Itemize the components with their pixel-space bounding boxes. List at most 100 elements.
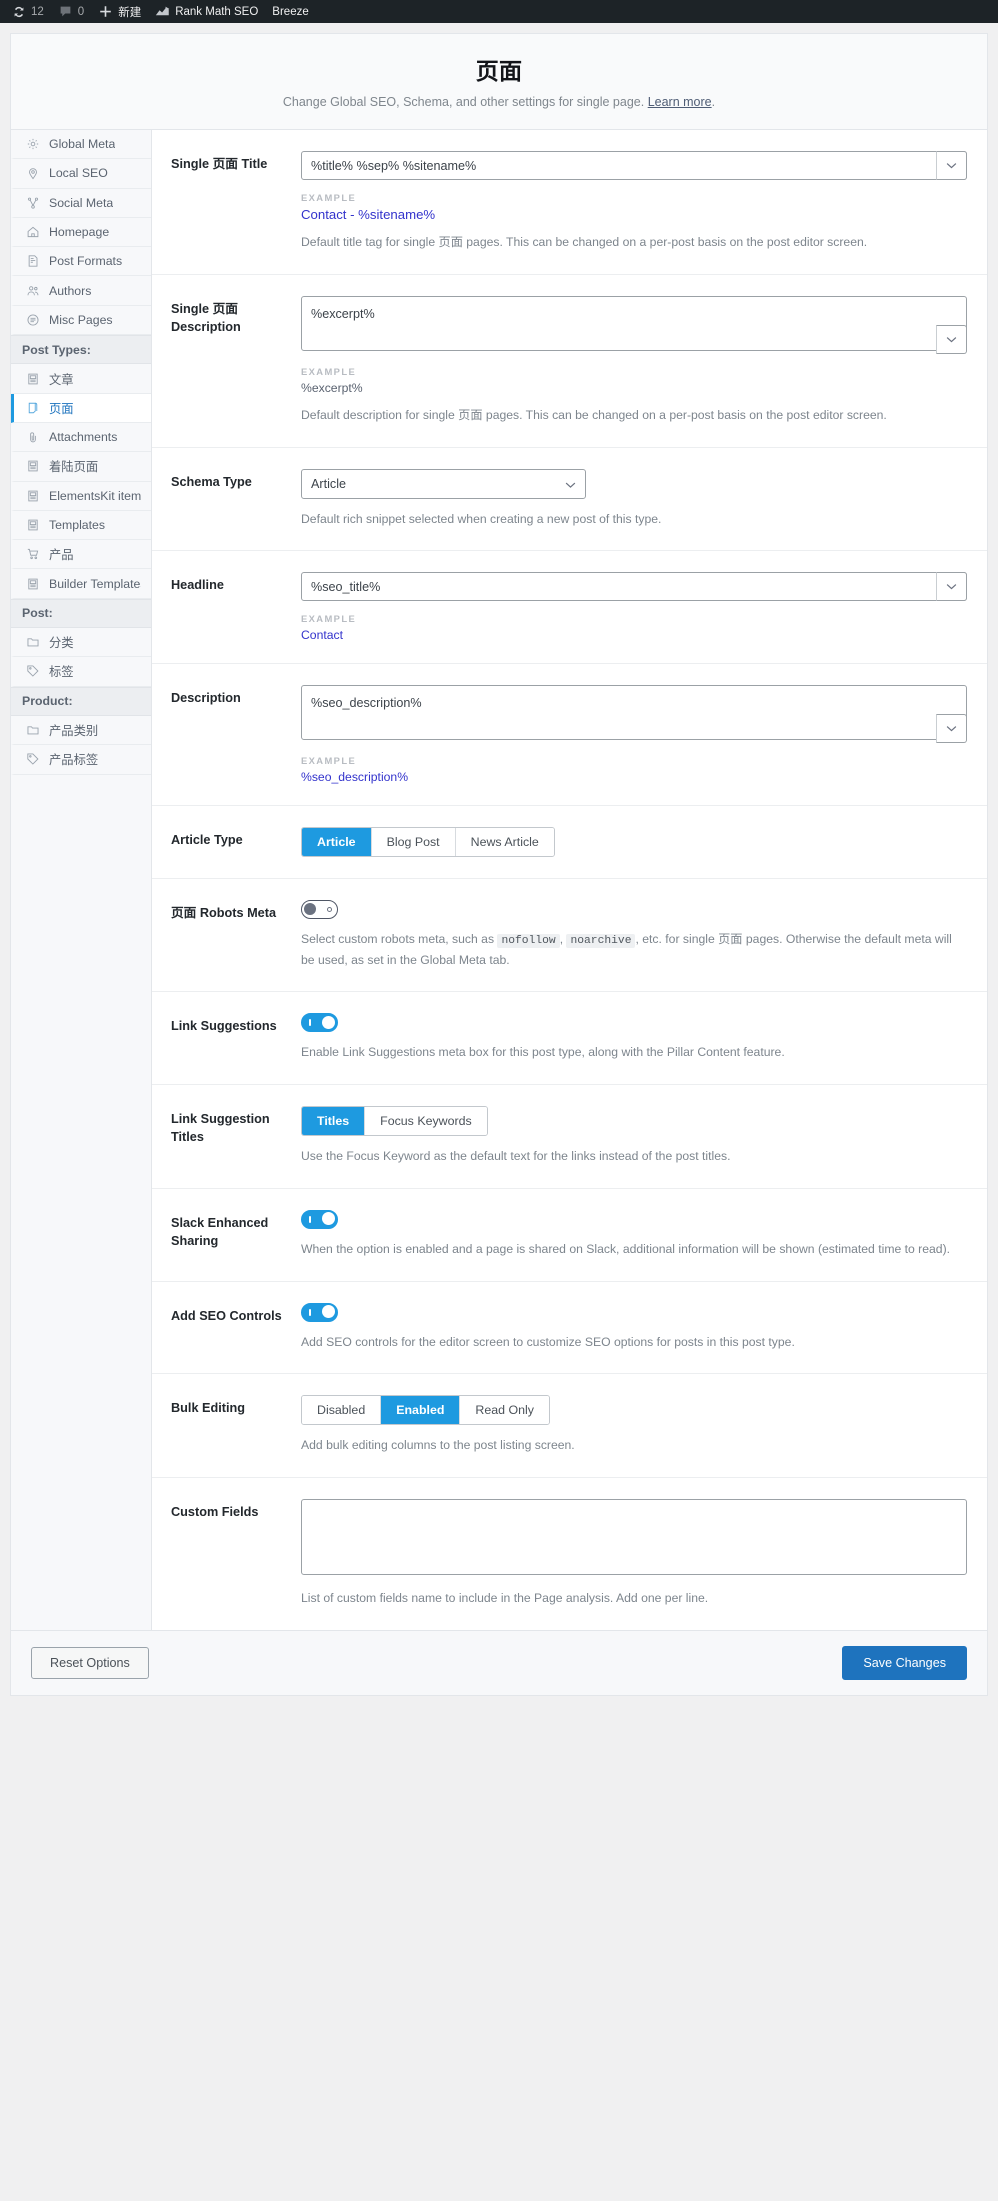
bulk-editing-option-disabled[interactable]: Disabled: [302, 1396, 382, 1425]
article-type-option-blog-post[interactable]: Blog Post: [371, 828, 456, 857]
toggle-knob: [304, 903, 316, 916]
sidebar-item-label: 产品: [49, 548, 74, 563]
sidebar-item-label: Misc Pages: [49, 312, 113, 327]
reset-options-button[interactable]: Reset Options: [31, 1647, 149, 1680]
link-suggestion-titles-help: Use the Focus Keyword as the default tex…: [301, 1149, 731, 1164]
sidebar-item-label: Social Meta: [49, 195, 114, 210]
learn-more-link[interactable]: Learn more: [648, 95, 712, 109]
variables-dropdown-button[interactable]: [936, 572, 967, 602]
comment-bubble-icon: [58, 4, 73, 19]
example-label: EXAMPLE: [301, 613, 357, 625]
plus-icon: [98, 4, 113, 19]
admin-bar-item-rank-math[interactable]: Rank Math SEO: [148, 0, 265, 23]
sidebar-item-global-meta[interactable]: Global Meta: [11, 130, 151, 160]
field-label: Link Suggestions: [171, 1019, 277, 1034]
admin-bar-rankmath-label: Rank Math SEO: [175, 5, 259, 18]
sidebar-item-product-categories[interactable]: 产品类别: [11, 715, 151, 746]
sidebar-item-homepage[interactable]: Homepage: [11, 217, 151, 248]
list-circle-icon: [25, 312, 40, 327]
field-headline: Headline EXAMPLE Contact: [152, 551, 987, 665]
sidebar-item-local-seo[interactable]: Local SEO: [11, 159, 151, 189]
page-subtitle-text: Change Global SEO, Schema, and other set…: [282, 95, 645, 109]
bulk-editing-segmented: Disabled Enabled Read Only: [301, 1395, 550, 1426]
headline-example: Contact: [301, 628, 344, 643]
sidebar-item-templates[interactable]: Templates: [11, 510, 151, 541]
admin-bar-item-new-content[interactable]: 新建: [91, 0, 148, 23]
robots-meta-toggle[interactable]: [301, 900, 338, 920]
settings-footer: Reset Options Save Changes: [11, 1630, 987, 1696]
post-icon: [25, 371, 40, 386]
schema-type-help: Default rich snippet selected when creat…: [301, 511, 662, 526]
tag-icon: [25, 664, 40, 679]
single-description-input[interactable]: %excerpt%: [301, 295, 967, 351]
description-input[interactable]: %seo_description%: [301, 685, 967, 741]
share-nodes-icon: [25, 195, 40, 210]
users-icon: [25, 283, 40, 298]
article-type-option-news-article[interactable]: News Article: [455, 828, 554, 857]
robots-code-noarchive: noarchive: [566, 934, 636, 949]
field-label: Headline: [171, 578, 224, 593]
sidebar-item-product-tags[interactable]: 产品标签: [11, 745, 151, 775]
chevron-down-icon: [946, 725, 957, 732]
field-single-description: Single 页面 Description %excerpt% EXAMPLE …: [152, 275, 987, 448]
save-changes-button[interactable]: Save Changes: [842, 1646, 967, 1681]
custom-fields-input[interactable]: [301, 1499, 967, 1576]
field-label: Slack Enhanced Sharing: [171, 1215, 269, 1248]
link-suggestion-option-focus-keywords[interactable]: Focus Keywords: [365, 1107, 487, 1136]
sidebar-item-label: 产品标签: [49, 753, 99, 768]
sidebar-item-label: 着陆页面: [49, 460, 99, 475]
chevron-down-icon: [946, 583, 957, 590]
field-custom-fields: Custom Fields List of custom fields name…: [152, 1478, 987, 1630]
admin-bar-item-updates-count[interactable]: 12: [4, 0, 51, 23]
seo-controls-toggle[interactable]: [301, 1302, 338, 1322]
variables-dropdown-button[interactable]: [936, 151, 967, 180]
field-label: Link Suggestion Titles: [171, 1112, 270, 1144]
sidebar-item-label: Authors: [49, 283, 92, 298]
admin-bar-item-breeze[interactable]: Breeze: [265, 0, 315, 23]
settings-sidebar: Global Meta Local SEO Social Meta Homepa…: [11, 130, 152, 1631]
link-suggestion-option-titles[interactable]: Titles: [302, 1107, 366, 1136]
chevron-down-icon: [946, 336, 957, 343]
tag-icon: [25, 752, 40, 767]
field-robots-meta: 页面 Robots Meta Select custom robots meta…: [152, 879, 987, 993]
single-title-input[interactable]: [301, 151, 967, 180]
sidebar-item-social-meta[interactable]: Social Meta: [11, 188, 151, 218]
sidebar-item-products[interactable]: 产品: [11, 540, 151, 570]
sidebar-item-elementskit-items[interactable]: ElementsKit items: [11, 481, 151, 511]
field-label: Single 页面 Description: [171, 301, 241, 334]
headline-input[interactable]: [301, 572, 967, 602]
sidebar-item-authors[interactable]: Authors: [11, 276, 151, 306]
bulk-editing-option-enabled[interactable]: Enabled: [381, 1396, 461, 1425]
sidebar-item-pages[interactable]: 页面: [11, 393, 151, 423]
sidebar-group-post: Post:: [11, 598, 151, 629]
sidebar-item-posts[interactable]: 文章: [11, 364, 151, 394]
toggle-indicator: [327, 907, 332, 913]
wordpress-updates-icon: [11, 4, 26, 19]
example-label: EXAMPLE: [301, 755, 357, 767]
sidebar-item-label: Local SEO: [49, 166, 108, 181]
link-suggestions-toggle[interactable]: [301, 1013, 338, 1033]
schema-type-select[interactable]: Article: [301, 468, 586, 499]
slack-sharing-toggle[interactable]: [301, 1209, 338, 1229]
variables-dropdown-button[interactable]: [936, 324, 967, 354]
example-label: EXAMPLE: [301, 365, 357, 377]
sidebar-item-label: 文章: [49, 372, 74, 387]
admin-bar-item-comments-count[interactable]: 0: [51, 0, 91, 23]
sidebar-item-categories[interactable]: 分类: [11, 628, 151, 658]
sidebar-item-builder-templates[interactable]: Builder Templates: [11, 569, 151, 599]
sidebar-item-misc-pages[interactable]: Misc Pages: [11, 305, 151, 336]
variables-dropdown-button[interactable]: [936, 714, 967, 744]
slack-sharing-help: When the option is enabled and a page is…: [301, 1241, 951, 1256]
bulk-editing-option-read-only[interactable]: Read Only: [460, 1396, 549, 1425]
description-example: %seo_description%: [301, 770, 409, 785]
sidebar-item-post-formats[interactable]: Post Formats: [11, 247, 151, 277]
sidebar-item-attachments[interactable]: Attachments: [11, 422, 151, 453]
cart-icon: [25, 547, 40, 562]
article-type-option-article[interactable]: Article: [302, 828, 372, 857]
paperclip-icon: [25, 430, 40, 445]
sidebar-item-landing-pages[interactable]: 着陆页面: [11, 452, 151, 482]
field-schema-type: Schema Type Article Default rich snippet…: [152, 448, 987, 552]
sidebar-item-tags[interactable]: 标签: [11, 657, 151, 687]
settings-panel: 页面 Change Global SEO, Schema, and other …: [10, 33, 988, 1697]
post-icon: [25, 488, 40, 503]
